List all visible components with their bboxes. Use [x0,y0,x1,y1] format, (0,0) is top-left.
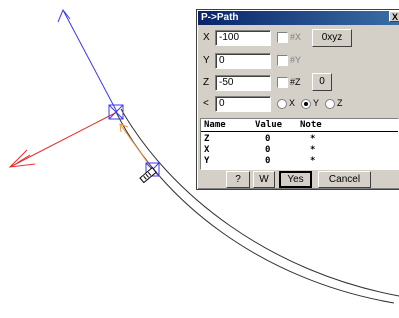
radio-z-label: Z [337,98,343,108]
0xyz-button[interactable]: 0xyz [312,29,352,47]
y-label: Y [203,55,210,66]
variables-table[interactable]: Name Value Note Z 0 * X 0 * Y 0 * [200,118,399,170]
close-button[interactable]: X [389,11,399,22]
zero-button[interactable]: 0 [312,73,332,91]
radio-z[interactable] [325,99,335,109]
row-3-value: 0 [265,156,271,166]
hash-z-checkbox[interactable] [277,77,288,88]
row-2-note: * [310,145,316,155]
x-axis-arrow-fletch [16,154,31,164]
header-divider [201,131,398,132]
path-dialog: P->Path X X -100 #X 0xyz Y 0 #Y Z -50 #Z… [196,9,399,190]
row-3-name: Y [204,156,210,166]
hash-y-checkbox[interactable] [277,55,288,66]
yes-button[interactable]: Yes [279,171,312,188]
hash-x-label: #X [290,32,302,42]
z-label: Z [203,77,210,88]
help-button[interactable]: ? [226,171,250,188]
column-header-note: Note [300,120,322,130]
radio-y-label: Y [313,98,320,108]
angle-label: < [203,98,209,109]
z-field[interactable]: -50 [215,75,271,91]
hash-y-label: #Y [290,55,302,65]
hash-x-checkbox[interactable] [277,32,288,43]
y-field[interactable]: 0 [215,53,271,69]
x-axis-arrowhead [8,149,36,168]
z-axis-line [119,123,151,167]
cancel-button[interactable]: Cancel [318,171,371,188]
hash-z-label: #Z [290,77,301,87]
pointer-cursor-icon [139,167,157,184]
radio-x[interactable] [277,99,287,109]
row-3-note: * [310,156,316,166]
x-label: X [203,32,210,43]
column-header-name: Name [204,120,226,130]
x-axis-line [9,111,118,168]
row-1-note: * [310,134,316,144]
w-button[interactable]: W [253,171,275,188]
y-axis-line [62,9,118,113]
dialog-title: P->Path [201,12,239,23]
radio-y[interactable] [301,99,311,109]
x-field[interactable]: -100 [215,30,271,46]
row-2-value: 0 [265,145,271,155]
row-1-name: Z [204,134,210,144]
column-header-value: Value [255,120,283,130]
row-2-name: X [204,145,210,155]
row-1-value: 0 [265,134,271,144]
radio-x-label: X [289,98,296,108]
dialog-titlebar[interactable]: P->Path [198,11,399,25]
angle-field[interactable]: 0 [215,96,271,112]
